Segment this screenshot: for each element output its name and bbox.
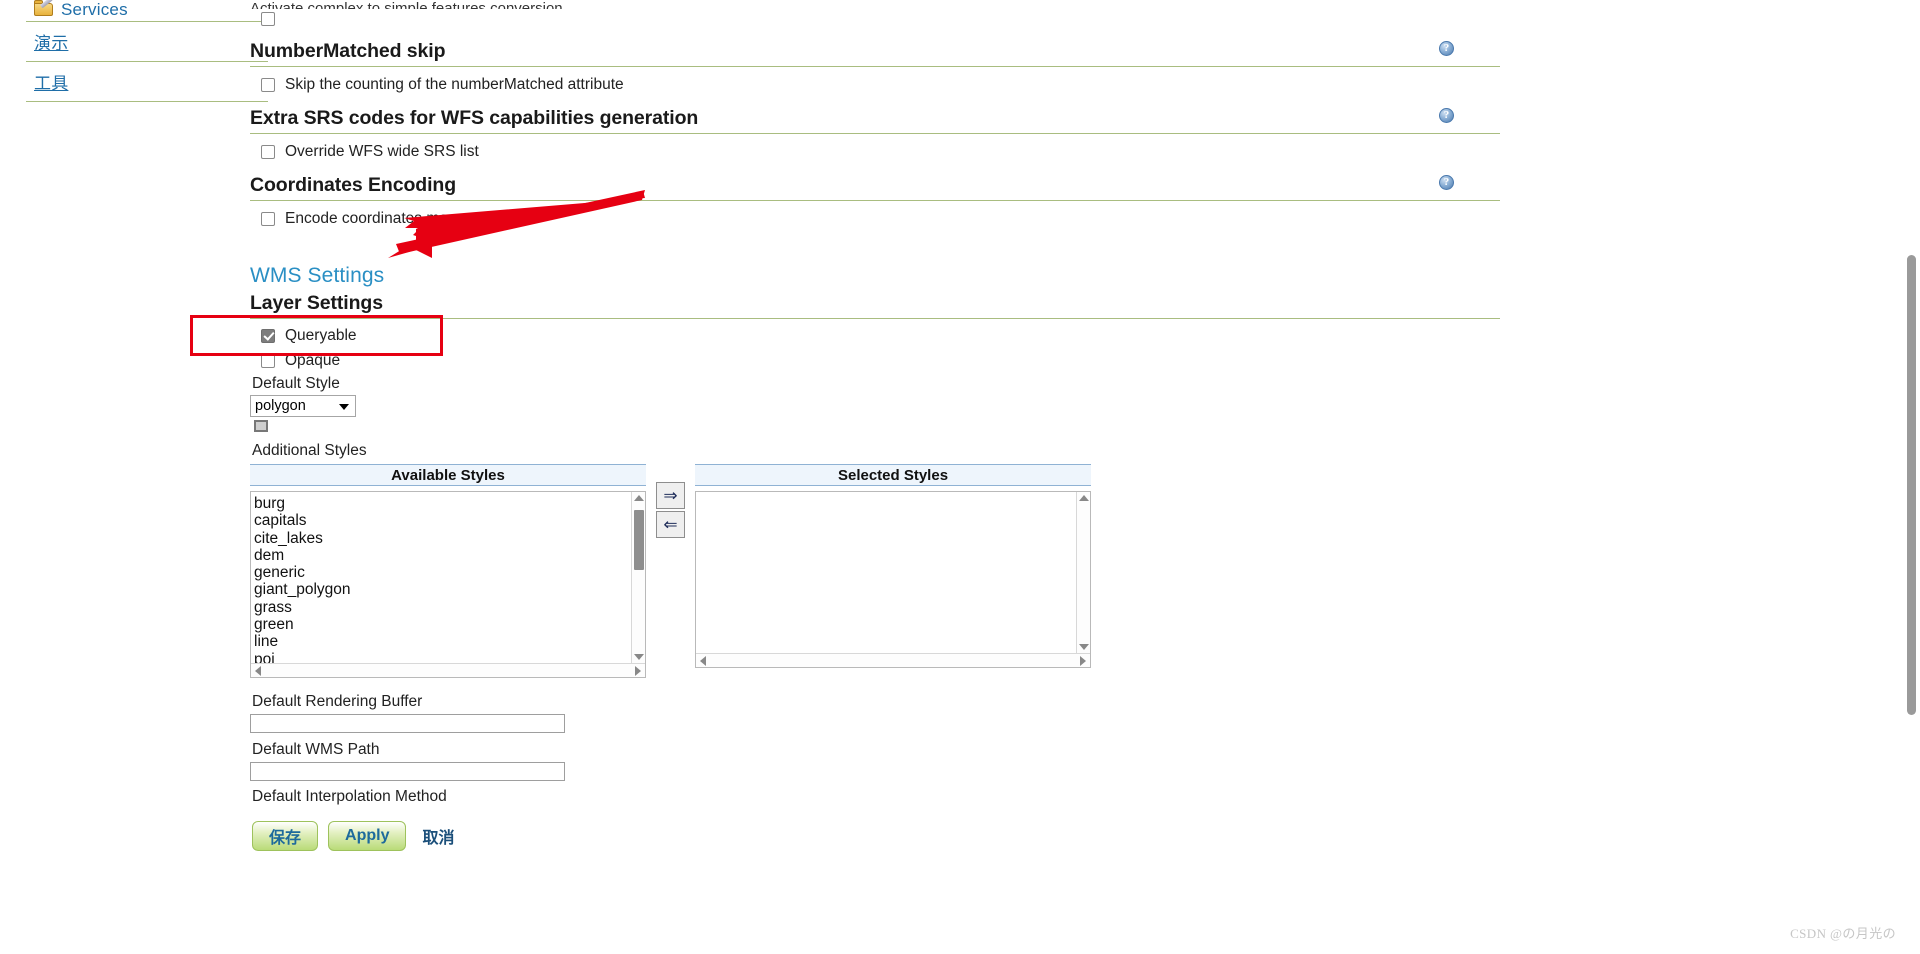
skip-counting-label: Skip the counting of the numberMatched a…	[285, 76, 624, 93]
encode-coordinates-measures-label: Encode coordinates measures	[285, 210, 495, 227]
section-heading-numbermatched-skip: NumberMatched skip	[250, 40, 1500, 67]
remove-style-button[interactable]: ⇐	[656, 511, 685, 538]
sidebar-item-demo[interactable]: 演示	[26, 22, 268, 62]
checkbox-row-queryable[interactable]: Queryable	[250, 327, 1500, 345]
scroll-left-icon[interactable]	[255, 666, 261, 676]
selected-styles-items[interactable]	[696, 492, 1090, 495]
scroll-left-icon[interactable]	[700, 656, 706, 666]
skip-counting-checkbox[interactable]	[261, 78, 275, 92]
scroll-down-icon[interactable]	[634, 654, 644, 660]
rendering-buffer-label: Default Rendering Buffer	[252, 693, 423, 710]
wms-path-label: Default WMS Path	[252, 740, 380, 758]
selected-styles-header: Selected Styles	[695, 464, 1091, 486]
section-heading-coordinates-encoding: Coordinates Encoding	[250, 174, 1500, 201]
help-icon-numbermatched-skip[interactable]: ?	[1439, 41, 1454, 56]
selected-styles-vscrollbar[interactable]	[1076, 492, 1090, 653]
default-style-select-wrap[interactable]: polygon	[250, 395, 356, 417]
available-style-item[interactable]: capitals	[254, 512, 645, 529]
queryable-checkbox[interactable]	[261, 329, 275, 343]
sidebar-item-tools[interactable]: 工具	[26, 62, 268, 102]
folder-pencil-icon	[34, 0, 53, 16]
sidebar-item-label-demo[interactable]: 演示	[34, 29, 68, 54]
complex-to-simple-checkbox[interactable]	[261, 12, 275, 26]
page-scrollbar[interactable]	[1905, 0, 1918, 954]
available-style-item[interactable]: burg	[254, 495, 645, 512]
interpolation-method-label: Default Interpolation Method	[252, 788, 447, 805]
scroll-down-icon[interactable]	[1079, 644, 1089, 650]
available-style-item[interactable]: line	[254, 633, 645, 650]
default-style-select[interactable]: polygon	[250, 395, 356, 417]
available-styles-listbox[interactable]: burg capitals cite_lakes dem generic giant_po…	[250, 491, 646, 678]
page-scrollbar-thumb[interactable]	[1907, 255, 1916, 715]
main-content: Activate complex to simple features conv…	[250, 0, 1500, 851]
save-button[interactable]: 保存	[252, 821, 319, 851]
available-styles-vscrollbar[interactable]	[631, 492, 645, 663]
sidebar-item-services[interactable]: Services	[26, 0, 268, 22]
form-actions: 保存 Apply 取消	[250, 821, 1500, 851]
additional-styles-label: Additional Styles	[252, 442, 367, 459]
checkbox-row-opaque[interactable]: Opaque	[250, 352, 1500, 370]
checkbox-row-encode-measures[interactable]: Encode coordinates measures	[250, 210, 1500, 228]
queryable-label: Queryable	[285, 327, 357, 344]
scroll-right-icon[interactable]	[1080, 656, 1086, 666]
layer-settings-heading: Layer Settings	[250, 292, 1500, 319]
available-style-item[interactable]: cite_lakes	[254, 530, 645, 547]
scroll-right-icon[interactable]	[635, 666, 641, 676]
page-root: Services 演示 工具 Activate complex to simpl…	[0, 0, 1920, 954]
encode-coordinates-measures-checkbox[interactable]	[261, 212, 275, 226]
checkbox-row-skip-counting[interactable]: Skip the counting of the numberMatched a…	[250, 76, 1500, 94]
truncated-label-complex-to-simple: Activate complex to simple features conv…	[250, 0, 563, 9]
vscroll-thumb[interactable]	[634, 510, 644, 570]
available-styles-hscrollbar[interactable]	[251, 663, 645, 677]
selected-styles-hscrollbar[interactable]	[696, 653, 1090, 667]
available-style-item[interactable]: grass	[254, 599, 645, 616]
transfer-button-group: ⇒ ⇐	[646, 464, 695, 538]
default-style-label: Default Style	[252, 375, 340, 392]
add-style-button[interactable]: ⇒	[656, 482, 685, 509]
available-styles-panel: Available Styles burg capitals cite_lakes d…	[250, 464, 646, 678]
opaque-label: Opaque	[285, 352, 341, 369]
wms-settings-title: WMS Settings	[250, 264, 385, 287]
available-style-item[interactable]: generic	[254, 564, 645, 581]
section-heading-extra-srs-codes: Extra SRS codes for WFS capabilities gen…	[250, 107, 1500, 134]
help-icon-coordinates-encoding[interactable]: ?	[1439, 175, 1454, 190]
available-style-item[interactable]: green	[254, 616, 645, 633]
sidebar: Services 演示 工具	[0, 0, 268, 102]
available-styles-items[interactable]: burg capitals cite_lakes dem generic giant_po…	[251, 492, 645, 668]
apply-button[interactable]: Apply	[328, 821, 407, 851]
selected-styles-panel: Selected Styles	[695, 464, 1091, 668]
override-wfs-srs-label: Override WFS wide SRS list	[285, 143, 479, 160]
rendering-buffer-input[interactable]	[250, 714, 565, 733]
checkbox-row-override-srs[interactable]: Override WFS wide SRS list	[250, 143, 1500, 161]
available-styles-header: Available Styles	[250, 464, 646, 486]
wms-path-input[interactable]	[250, 761, 565, 781]
checkbox-row-complex-to-simple[interactable]	[250, 12, 1500, 26]
cancel-button[interactable]: 取消	[416, 823, 460, 849]
sidebar-item-label-services[interactable]: Services	[61, 0, 128, 20]
help-icon-extra-srs-codes[interactable]: ?	[1439, 108, 1454, 123]
selected-styles-listbox[interactable]	[695, 491, 1091, 668]
watermark: CSDN @の月光の	[1790, 926, 1896, 941]
available-style-item[interactable]: dem	[254, 547, 645, 564]
available-style-item[interactable]: giant_polygon	[254, 581, 645, 598]
scroll-up-icon[interactable]	[634, 495, 644, 501]
default-style-legend-swatch	[254, 420, 268, 432]
override-wfs-srs-checkbox[interactable]	[261, 145, 275, 159]
sidebar-item-label-tools[interactable]: 工具	[34, 69, 68, 94]
opaque-checkbox[interactable]	[261, 354, 275, 368]
scroll-up-icon[interactable]	[1079, 495, 1089, 501]
